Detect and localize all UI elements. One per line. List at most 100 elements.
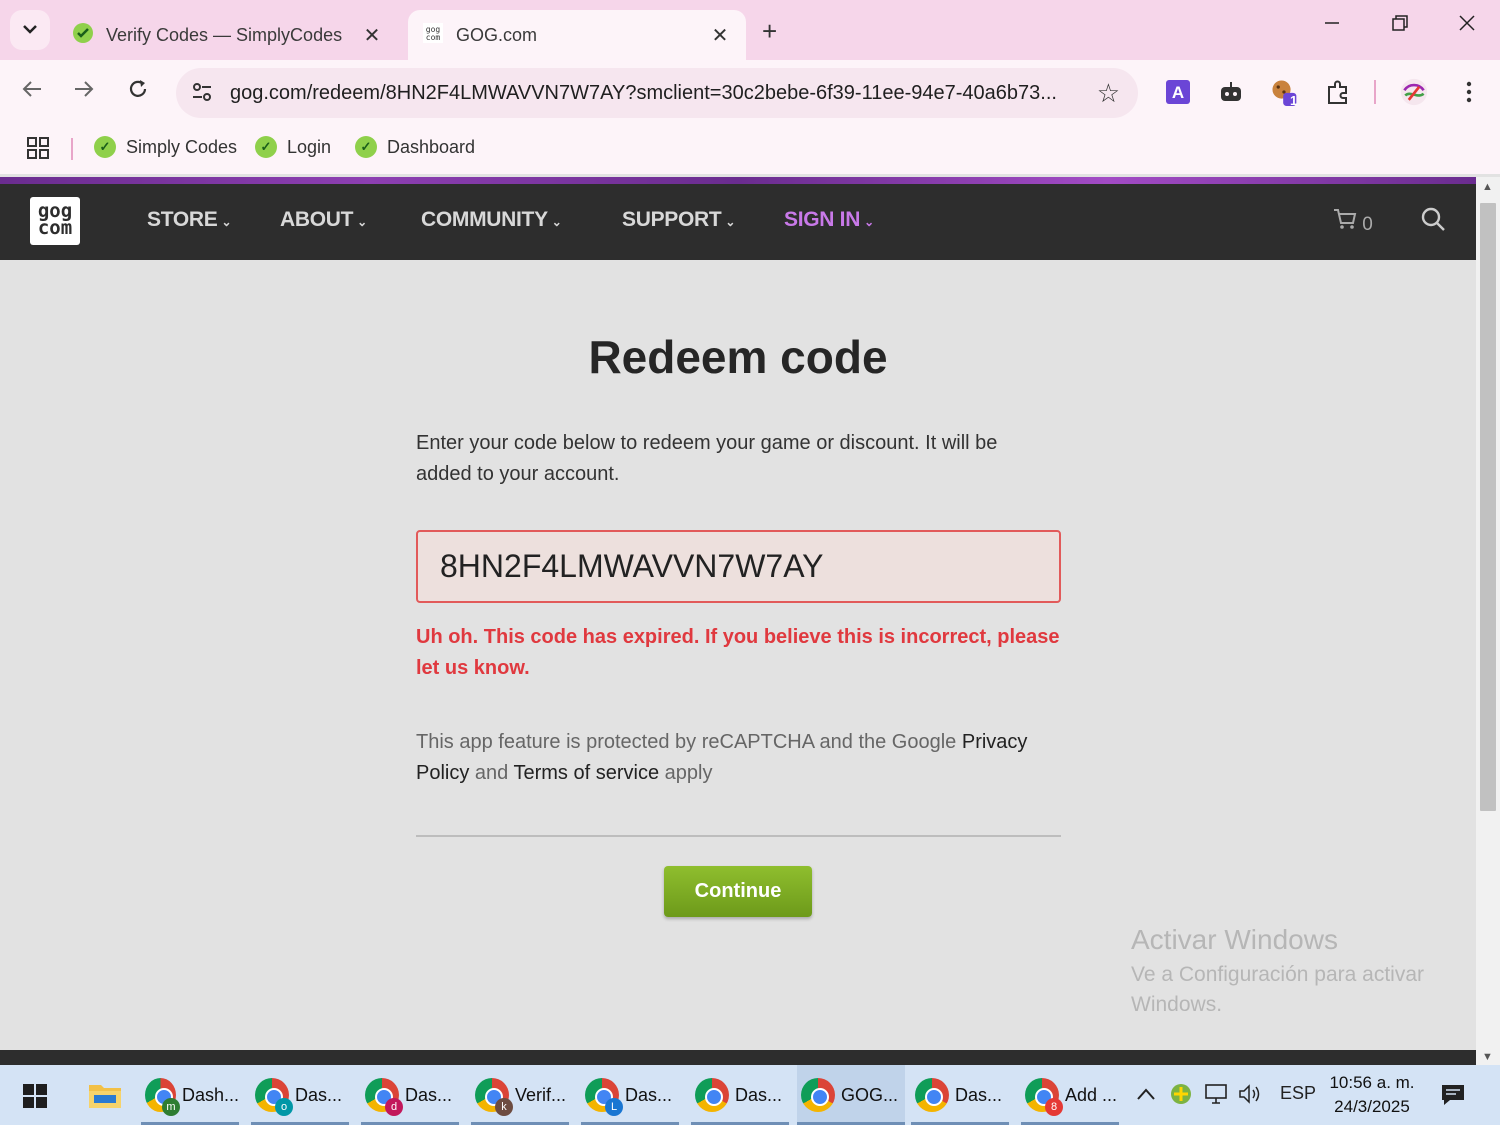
- nav-sign-in[interactable]: SIGN IN ⌄: [784, 208, 874, 232]
- browser-toolbar: gog.com/redeem/8HN2F4LMWAVVN7W7AY?smclie…: [0, 60, 1500, 124]
- nav-about[interactable]: ABOUT ⌄: [280, 208, 367, 232]
- chevron-down-icon: ⌄: [357, 215, 367, 229]
- gog-logo[interactable]: gog com: [30, 197, 80, 245]
- minimize-button[interactable]: [1312, 14, 1352, 37]
- tab-search-button[interactable]: [10, 10, 50, 50]
- network-icon[interactable]: [1204, 1083, 1230, 1110]
- puzzle-icon[interactable]: [1324, 78, 1352, 106]
- taskbar-app-label: Das...: [405, 1084, 453, 1105]
- windows-taskbar: m Dash... o Das... d Das... k Verif... L…: [0, 1065, 1500, 1125]
- taskbar-app-label: Dash...: [181, 1084, 239, 1105]
- tab-gog[interactable]: gog com GOG.com ✕: [408, 10, 746, 60]
- taskbar-app-label: Das...: [735, 1084, 783, 1105]
- nav-store[interactable]: STORE ⌄: [147, 208, 232, 232]
- bookmark-label: Login: [287, 136, 332, 157]
- watermark-title: Activar Windows: [1131, 924, 1338, 955]
- scroll-down-icon[interactable]: ▼: [1482, 1051, 1493, 1063]
- taskbar-app-label: Add ...: [1065, 1084, 1118, 1105]
- reload-icon: [127, 78, 149, 107]
- new-tab-button[interactable]: +: [762, 16, 777, 47]
- bookmark-login[interactable]: ✓ Login: [255, 136, 331, 158]
- tray-app-icon[interactable]: [1170, 1083, 1192, 1110]
- profile-badge: d: [385, 1098, 403, 1116]
- taskbar-app[interactable]: L Das...: [581, 1065, 679, 1125]
- search-button[interactable]: [1420, 206, 1446, 237]
- reload-button[interactable]: [122, 76, 154, 108]
- chrome-icon: o: [255, 1078, 293, 1116]
- close-icon[interactable]: ✕: [360, 23, 384, 48]
- gog-navbar: gog com STORE ⌄ ABOUT ⌄ COMMUNITY ⌄ SUPPORT…: [0, 184, 1476, 260]
- chevron-down-icon: ⌄: [864, 215, 874, 229]
- taskbar-app-active[interactable]: GOG...: [797, 1065, 905, 1125]
- recaptcha-text: This app feature is protected by reCAPTC…: [416, 731, 962, 753]
- taskbar-app[interactable]: o Das...: [251, 1065, 349, 1125]
- robot-extension-icon[interactable]: [1217, 78, 1245, 106]
- taskbar-app[interactable]: d Das...: [361, 1065, 459, 1125]
- taskbar-app[interactable]: 8 Add ...: [1021, 1065, 1119, 1125]
- bookmark-star-icon[interactable]: ☆: [1097, 78, 1120, 109]
- profile-badge: m: [161, 1098, 180, 1116]
- taskbar-app[interactable]: Das...: [691, 1065, 789, 1125]
- apps-grid-icon[interactable]: [26, 136, 50, 165]
- nav-support[interactable]: SUPPORT ⌄: [622, 208, 735, 232]
- chrome-icon: d: [365, 1078, 403, 1116]
- gog-icon: gog com: [422, 22, 444, 49]
- profile-avatar[interactable]: [1400, 78, 1428, 106]
- taskbar-app[interactable]: Das...: [911, 1065, 1009, 1125]
- volume-icon[interactable]: [1238, 1083, 1264, 1110]
- continue-button[interactable]: Continue: [664, 866, 812, 917]
- tab-verify-codes[interactable]: Verify Codes — SimplyCodes ✕: [58, 10, 398, 60]
- taskbar-app[interactable]: m Dash...: [141, 1065, 239, 1125]
- more-menu-icon[interactable]: [1455, 78, 1483, 106]
- language-indicator[interactable]: ESP: [1280, 1083, 1316, 1104]
- page-footer: [0, 1050, 1476, 1065]
- close-icon[interactable]: ✕: [708, 23, 732, 48]
- profile-badge: 8: [1045, 1098, 1063, 1116]
- bookmark-label: Dashboard: [387, 136, 476, 157]
- bookmarks-divider: [71, 138, 73, 160]
- file-explorer-icon[interactable]: [88, 1081, 122, 1109]
- bookmark-simply-codes[interactable]: ✓ Simply Codes: [94, 136, 237, 158]
- chrome-icon: m: [145, 1078, 180, 1116]
- scroll-up-icon[interactable]: ▲: [1482, 181, 1493, 193]
- chrome-icon: [915, 1078, 949, 1112]
- back-button[interactable]: [16, 76, 48, 108]
- terms-of-service-link[interactable]: Terms of service: [513, 762, 659, 784]
- search-icon: [1420, 207, 1446, 236]
- cart-button[interactable]: 0: [1333, 208, 1373, 236]
- svg-text:A: A: [1172, 83, 1184, 102]
- bookmarks-bar: ✓ Simply Codes ✓ Login ✓ Dashboard: [0, 124, 1500, 174]
- arrow-right-icon: [73, 78, 95, 107]
- cookie-extension-icon[interactable]: 1: [1270, 78, 1298, 108]
- redeem-page: Redeem code Enter your code below to red…: [0, 260, 1476, 1050]
- clock[interactable]: 10:56 a. m. 24/3/2025: [1328, 1071, 1416, 1119]
- chrome-icon: [695, 1078, 729, 1112]
- code-input[interactable]: [416, 530, 1061, 603]
- taskbar-app[interactable]: k Verif...: [471, 1065, 569, 1125]
- clock-date: 24/3/2025: [1334, 1097, 1410, 1116]
- site-info-icon[interactable]: [190, 80, 214, 110]
- nav-community[interactable]: COMMUNITY ⌄: [421, 208, 562, 232]
- show-hidden-icons-chevron-icon[interactable]: [1136, 1085, 1156, 1106]
- bookmark-dashboard[interactable]: ✓ Dashboard: [355, 136, 475, 158]
- scrollbar-thumb[interactable]: [1480, 203, 1496, 811]
- windows-start-icon[interactable]: [22, 1083, 48, 1114]
- gog-header-stripe: [0, 177, 1476, 184]
- nav-label: COMMUNITY: [421, 208, 548, 231]
- recaptcha-text: and: [469, 762, 514, 784]
- close-window-button[interactable]: [1447, 14, 1487, 37]
- taskbar-app-label: Das...: [955, 1084, 1003, 1105]
- translate-extension-icon[interactable]: A: [1164, 78, 1192, 106]
- notifications-icon[interactable]: [1440, 1083, 1466, 1112]
- recaptcha-notice: This app feature is protected by reCAPTC…: [416, 727, 1056, 789]
- chrome-icon: [801, 1078, 835, 1112]
- forward-button[interactable]: [68, 76, 100, 108]
- windows-activation-watermark: Activar Windows Ve a Configuración para …: [1131, 924, 1424, 1020]
- chrome-icon: k: [475, 1078, 513, 1116]
- watermark-text: Ve a Configuración para activar: [1131, 963, 1425, 986]
- address-bar[interactable]: gog.com/redeem/8HN2F4LMWAVVN7W7AY?smclie…: [176, 68, 1138, 118]
- restore-button[interactable]: [1380, 14, 1420, 37]
- clock-time: 10:56 a. m.: [1329, 1073, 1415, 1092]
- page-scrollbar[interactable]: ▲ ▼: [1476, 177, 1500, 1065]
- chevron-down-icon: [22, 21, 38, 39]
